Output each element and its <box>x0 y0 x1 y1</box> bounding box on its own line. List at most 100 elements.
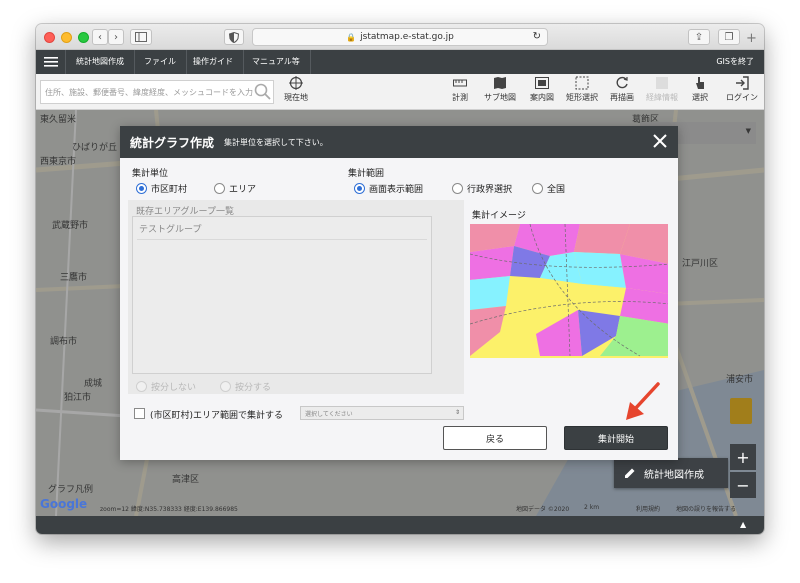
dialog-header: 統計グラフ作成 集計単位を選択して下さい。 <box>120 126 678 158</box>
login-icon <box>736 76 749 90</box>
area-group-select[interactable]: 選択してください ⇕ <box>300 406 464 420</box>
zoom-window-button[interactable] <box>78 32 89 43</box>
create-stat-map-label: 統計地図作成 <box>644 469 704 481</box>
chevron-left-icon: ‹ <box>98 31 102 43</box>
group-list[interactable]: テストグループ <box>132 216 432 374</box>
current-location-button[interactable]: 現在地 <box>284 76 308 103</box>
radio-selected-icon <box>136 183 147 194</box>
group-panel: 既存エリアグループ一覧 テストグループ 按分しない 按分する <box>128 200 464 394</box>
range-radio-admin[interactable]: 行政界選択 <box>452 182 512 195</box>
range-option-label: 全国 <box>547 185 566 195</box>
shield-icon <box>229 31 239 43</box>
chevron-up-icon[interactable]: ▲ <box>740 520 746 529</box>
forward-nav-button[interactable]: › <box>108 29 124 45</box>
tool-redraw[interactable]: 再描画 <box>610 76 634 103</box>
tool-measure[interactable]: 計測 <box>452 76 468 103</box>
map-data-credit: 地図データ ©2020 <box>516 506 570 513</box>
zoom-out-button[interactable]: − <box>730 472 756 498</box>
tabs-icon: ❐ <box>724 31 734 43</box>
back-nav-button[interactable]: ‹ <box>92 29 108 45</box>
tabs-overview-button[interactable]: ❐ <box>718 29 740 45</box>
guide-map-icon <box>535 77 549 89</box>
split-radio-none[interactable]: 按分しない <box>136 380 196 393</box>
new-tab-button[interactable]: + <box>746 31 757 46</box>
tool-submap[interactable]: サブ地図 <box>484 76 516 103</box>
unit-option-label: 市区町村 <box>151 185 188 195</box>
split-option-label: 按分する <box>235 383 272 393</box>
map-icon <box>494 77 506 89</box>
range-radio-screen[interactable]: 画面表示範囲 <box>354 182 423 195</box>
tool-rect-select[interactable]: 矩形選択 <box>566 76 598 103</box>
tool-submap-label: サブ地図 <box>484 93 516 102</box>
sidebar-icon <box>135 32 147 42</box>
redraw-icon <box>616 76 628 89</box>
sidebar-toggle-button[interactable] <box>130 29 152 45</box>
unit-radio-municipality[interactable]: 市区町村 <box>136 182 187 195</box>
menu-manual[interactable]: マニュアル等 <box>242 50 311 74</box>
app-menu-bar: 統計地図作成 ファイル 操作ガイド マニュアル等 GISを終了 <box>36 50 764 74</box>
area-range-checkbox[interactable] <box>134 408 145 419</box>
info-icon <box>656 77 668 89</box>
close-window-button[interactable] <box>44 32 55 43</box>
radio-icon <box>136 381 147 392</box>
hand-pointer-icon <box>696 77 704 89</box>
dialog-title: 統計グラフ作成 <box>130 136 215 150</box>
privacy-shield-button[interactable] <box>224 29 244 45</box>
radio-icon <box>220 381 231 392</box>
range-radio-national[interactable]: 全国 <box>532 182 565 195</box>
reload-icon[interactable]: ↻ <box>533 31 541 42</box>
share-icon: ⇪ <box>694 31 704 43</box>
tool-guide-map[interactable]: 案内図 <box>530 76 554 103</box>
chevron-right-icon: › <box>114 31 118 43</box>
tool-latlng-info[interactable]: 経緯情報 <box>646 76 678 103</box>
tool-guide-map-label: 案内図 <box>530 93 554 102</box>
tool-select[interactable]: 選択 <box>692 76 708 103</box>
unit-label: 集計単位 <box>132 169 169 179</box>
dialog-subtitle: 集計単位を選択して下さい。 <box>224 138 328 147</box>
hamburger-icon <box>44 57 58 67</box>
menu-create-stat-map[interactable]: 統計地図作成 <box>66 50 135 74</box>
search-icon[interactable] <box>254 83 272 101</box>
range-label: 集計範囲 <box>348 169 385 179</box>
map-toolbar: 住所、施設、郵便番号、緯度経度、メッシュコードを入力 現在地 計測 サブ地図 案… <box>36 74 764 110</box>
unit-option-label: エリア <box>229 185 257 195</box>
annotation-arrow <box>626 382 660 420</box>
browser-titlebar: ‹ › 🔒 jstatmap.e-stat.go.jp ↻ ⇪ ❐ + <box>36 24 764 50</box>
pencil-icon <box>625 468 635 478</box>
address-bar[interactable]: 🔒 jstatmap.e-stat.go.jp ↻ <box>252 28 548 46</box>
start-aggregation-button[interactable]: 集計開始 <box>564 426 668 450</box>
minimize-window-button[interactable] <box>61 32 72 43</box>
radio-icon <box>452 183 463 194</box>
menu-file[interactable]: ファイル <box>134 50 187 74</box>
radio-icon <box>532 183 543 194</box>
tool-select-label: 選択 <box>692 93 708 102</box>
hamburger-menu-button[interactable] <box>36 50 66 74</box>
back-button[interactable]: 戻る <box>443 426 547 450</box>
range-option-label: 行政界選択 <box>467 185 513 195</box>
lock-icon: 🔒 <box>346 32 357 42</box>
ruler-icon <box>453 79 467 87</box>
tool-rect-select-label: 矩形選択 <box>566 93 598 102</box>
share-button[interactable]: ⇪ <box>688 29 710 45</box>
map-scale: 2 km <box>584 504 600 511</box>
current-location-label: 現在地 <box>284 93 308 102</box>
range-option-label: 画面表示範囲 <box>369 185 424 195</box>
unit-radio-area[interactable]: エリア <box>214 182 256 195</box>
tool-login-label: ログイン <box>726 93 758 102</box>
map-terms-link[interactable]: 利用規約 <box>636 504 660 513</box>
split-radio-split[interactable]: 按分する <box>220 380 271 393</box>
menu-guide[interactable]: 操作ガイド <box>183 50 244 74</box>
group-list-item[interactable]: テストグループ <box>139 222 201 235</box>
exit-gis-button[interactable]: GISを終了 <box>716 50 754 74</box>
zoom-in-button[interactable]: + <box>730 444 756 470</box>
tool-login[interactable]: ログイン <box>726 76 758 103</box>
tool-measure-label: 計測 <box>452 93 468 102</box>
crosshair-icon <box>289 76 303 90</box>
create-stat-map-button[interactable]: 統計地図作成 <box>614 458 728 488</box>
tool-redraw-label: 再描画 <box>610 93 634 102</box>
url-text: jstatmap.e-stat.go.jp <box>360 32 454 42</box>
close-icon[interactable] <box>650 131 670 151</box>
map-report-link[interactable]: 地図の誤りを報告する <box>676 504 736 513</box>
location-search-input[interactable]: 住所、施設、郵便番号、緯度経度、メッシュコードを入力 <box>40 80 274 104</box>
google-logo: Google <box>40 497 88 511</box>
